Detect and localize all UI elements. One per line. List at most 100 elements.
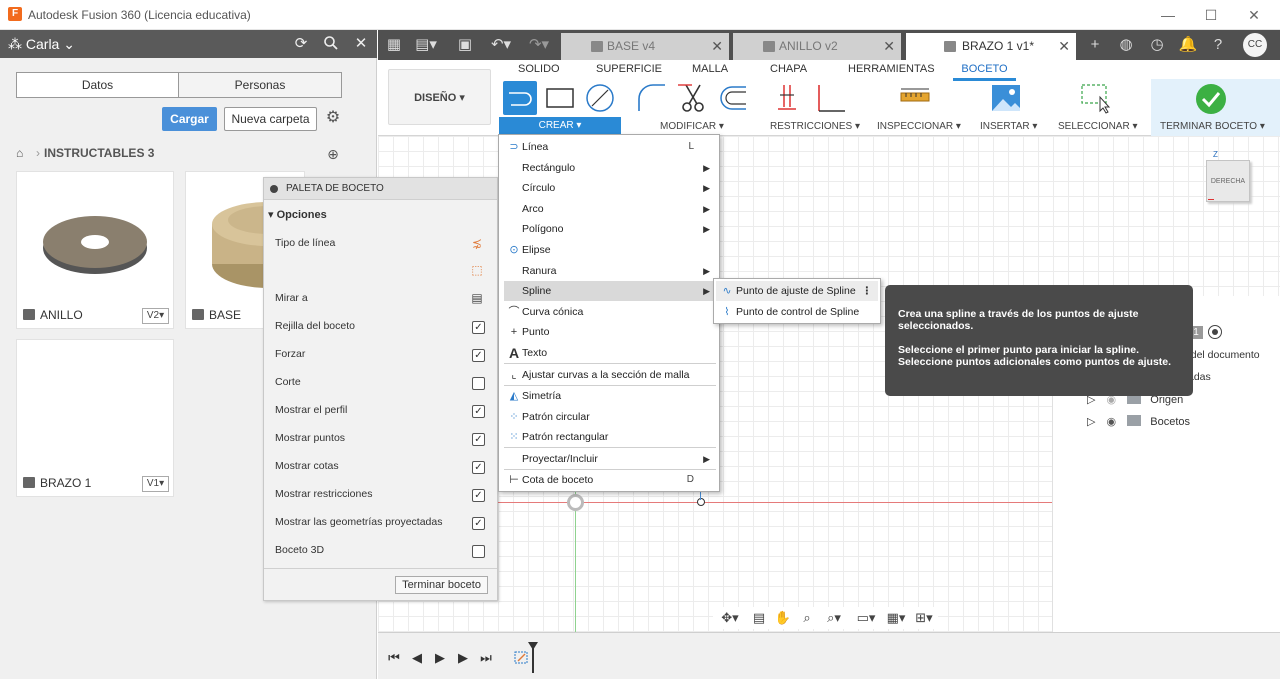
line-tool-button[interactable] xyxy=(503,81,537,115)
collapse-icon[interactable] xyxy=(270,185,278,193)
insert-menu-button[interactable]: INSERTAR ▾ xyxy=(980,121,1037,132)
design-card-anillo[interactable]: ANILLO V2▾ xyxy=(16,171,174,329)
menu-item-rectangle[interactable]: Rectángulo ▶ xyxy=(504,158,716,178)
orbit-icon[interactable]: ✥▾ xyxy=(715,610,745,626)
new-folder-button[interactable]: Nueva carpeta xyxy=(224,107,317,131)
select-menu-button[interactable]: SELECCIONAR ▾ xyxy=(1058,121,1137,132)
menu-item-circular-pattern[interactable]: ⁘ Patrón circular xyxy=(504,407,716,427)
sketch-3d-checkbox[interactable] xyxy=(472,545,485,558)
palette-header[interactable]: PALETA DE BOCETO xyxy=(264,178,497,200)
notifications-icon[interactable]: 🔔 xyxy=(1177,35,1199,55)
tab-chapa[interactable]: CHAPA xyxy=(770,63,807,75)
home-icon[interactable]: ⌂ xyxy=(16,146,32,160)
menu-item-polygon[interactable]: Polígono ▶ xyxy=(504,219,716,239)
fit-icon[interactable]: ⌕▾ xyxy=(819,610,849,626)
timeline-sketch-icon[interactable] xyxy=(514,649,530,665)
file-icon[interactable]: ▤▾ xyxy=(415,35,437,55)
viewports-icon[interactable]: ⊞▾ xyxy=(910,610,938,626)
constraints-menu-button[interactable]: RESTRICCIONES ▾ xyxy=(770,121,860,132)
workspace-dropdown[interactable]: DISEÑO ▾ xyxy=(388,69,491,125)
menu-item-ellipse[interactable]: ⊙ Elipse xyxy=(504,240,716,260)
minimize-button[interactable]: — xyxy=(1158,5,1178,25)
maximize-button[interactable]: ☐ xyxy=(1201,5,1221,25)
pan-hand-icon[interactable]: ✋ xyxy=(771,610,795,626)
select-tool-button[interactable] xyxy=(1078,81,1112,115)
close-tab-icon[interactable]: ✕ xyxy=(883,33,895,60)
close-window-button[interactable]: ✕ xyxy=(1244,5,1264,25)
zoom-icon[interactable]: ⌕ xyxy=(795,610,819,626)
version-dropdown[interactable]: V1▾ xyxy=(142,476,169,492)
tab-anillo[interactable]: ANILLO v2 ✕ xyxy=(733,33,901,60)
redo-icon[interactable]: ↷▾ xyxy=(524,35,554,55)
origin-point[interactable] xyxy=(567,494,584,511)
circle-tool-button[interactable] xyxy=(583,81,617,115)
close-tab-icon[interactable]: ✕ xyxy=(711,33,723,60)
tab-solido[interactable]: SOLIDO xyxy=(518,63,560,75)
eye-icon[interactable]: ◉ xyxy=(1107,416,1117,428)
modify-menu-button[interactable]: MODIFICAR ▾ xyxy=(660,121,724,132)
menu-item-conic[interactable]: ⌒ Curva cónica xyxy=(504,302,716,322)
play-icon[interactable]: ▶ xyxy=(431,649,449,667)
next-step-icon[interactable]: ▶ xyxy=(454,649,472,667)
globe-icon[interactable]: ⊕ xyxy=(324,146,342,164)
version-dropdown[interactable]: V2▾ xyxy=(142,308,169,324)
browser-item-bocetos[interactable]: ▷ ◉ Bocetos xyxy=(1087,415,1277,428)
menu-item-point[interactable]: + Punto xyxy=(504,322,716,342)
menu-item-sketch-dimension[interactable]: ⊢ Cota de boceto D xyxy=(504,470,716,490)
rectangle-tool-button[interactable] xyxy=(543,81,577,115)
display-settings-icon[interactable]: ▭▾ xyxy=(851,610,881,626)
grid-settings-icon[interactable]: ▦▾ xyxy=(881,610,911,626)
projected-checkbox[interactable]: ✓ xyxy=(472,517,485,530)
finish-menu-button[interactable]: TERMINAR BOCETO ▾ xyxy=(1160,121,1265,132)
undo-icon[interactable]: ↶▾ xyxy=(486,35,516,55)
menu-item-fit-curves[interactable]: ⌞ Ajustar curvas a la sección de malla xyxy=(504,365,716,385)
previous-step-icon[interactable]: ◀ xyxy=(408,649,426,667)
tab-malla[interactable]: MALLA xyxy=(692,63,728,75)
dimensions-checkbox[interactable]: ✓ xyxy=(472,461,485,474)
snap-checkbox[interactable]: ✓ xyxy=(472,349,485,362)
first-step-icon[interactable]: ⏮ xyxy=(385,649,403,667)
measure-tool-button[interactable] xyxy=(898,81,932,115)
browser-item-partial[interactable]: n del documento xyxy=(1182,349,1260,361)
offset-tool-button[interactable] xyxy=(716,81,750,115)
menu-item-spline[interactable]: Spline ▶ xyxy=(504,281,716,301)
centerline-icon[interactable]: ⬚ xyxy=(469,263,485,279)
fillet-tool-button[interactable] xyxy=(635,81,669,115)
trim-tool-button[interactable] xyxy=(676,81,710,115)
search-icon[interactable] xyxy=(322,35,340,53)
profile-checkbox[interactable]: ✓ xyxy=(472,405,485,418)
menu-item-arc[interactable]: Arco ▶ xyxy=(504,199,716,219)
perpendicular-constraint-button[interactable] xyxy=(815,81,849,115)
last-step-icon[interactable]: ⏭ xyxy=(477,649,495,667)
user-avatar[interactable]: CC xyxy=(1243,33,1267,57)
finish-sketch-palette-button[interactable]: Terminar boceto xyxy=(395,576,488,594)
save-icon[interactable]: ▣ xyxy=(454,35,476,55)
gear-icon[interactable]: ⚙ xyxy=(324,109,342,127)
menu-item-mirror[interactable]: ◭ Simetría xyxy=(504,386,716,406)
user-selector[interactable]: ⁂ Carla ⌄ xyxy=(8,36,75,53)
tab-boceto[interactable]: BOCETO xyxy=(953,61,1016,81)
breadcrumb-folder[interactable]: INSTRUCTABLES 3 xyxy=(44,146,154,160)
close-tab-icon[interactable]: ✕ xyxy=(1058,33,1070,60)
help-icon[interactable]: ? xyxy=(1207,35,1229,55)
extensions-icon[interactable]: ◍ xyxy=(1115,35,1137,55)
tab-base[interactable]: BASE v4 ✕ xyxy=(561,33,729,60)
new-tab-icon[interactable]: + xyxy=(1084,35,1106,55)
look-at-icon[interactable]: ▤ xyxy=(469,291,485,307)
menu-item-line[interactable]: ⊃ Línea L xyxy=(504,137,716,157)
construction-line-icon[interactable]: ⋨ xyxy=(469,236,485,252)
menu-item-rectangular-pattern[interactable]: ⁙ Patrón rectangular xyxy=(504,427,716,447)
points-checkbox[interactable]: ✓ xyxy=(472,433,485,446)
expand-triangle-icon[interactable]: ▷ xyxy=(1087,416,1095,428)
grid-checkbox[interactable]: ✓ xyxy=(472,321,485,334)
finish-sketch-button[interactable] xyxy=(1194,82,1228,116)
palette-section-options[interactable]: ▾ Opciones xyxy=(268,208,327,221)
inspect-menu-button[interactable]: INSPECCIONAR ▾ xyxy=(877,121,961,132)
tab-personas[interactable]: Personas xyxy=(178,72,342,98)
tab-superficie[interactable]: SUPERFICIE xyxy=(596,63,662,75)
menu-item-circle[interactable]: Círculo ▶ xyxy=(504,178,716,198)
create-menu-button[interactable]: CREAR ▾ xyxy=(499,117,621,135)
active-radio-icon[interactable] xyxy=(1208,325,1222,339)
menu-item-fit-point-spline[interactable]: ∿ Punto de ajuste de Spline ⋮ xyxy=(716,281,878,301)
menu-item-project[interactable]: Proyectar/Incluir ▶ xyxy=(504,449,716,469)
